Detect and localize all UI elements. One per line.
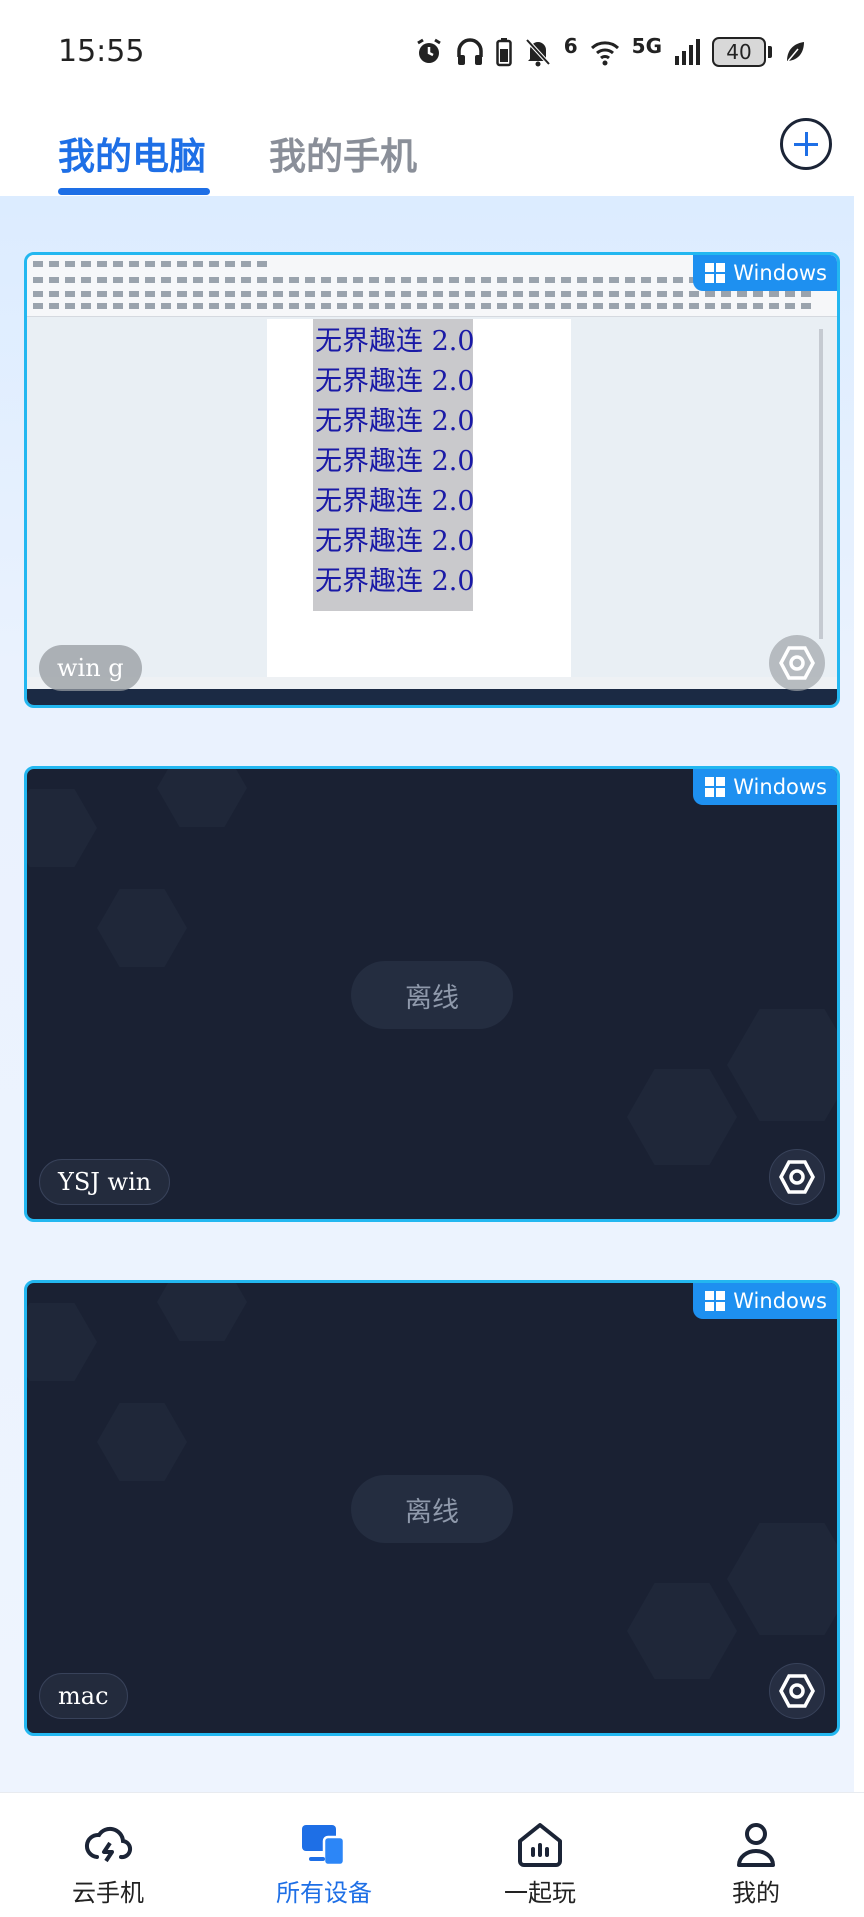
preview-line: 无界趣连 2.0	[315, 366, 475, 397]
device-name: mac	[39, 1673, 128, 1719]
cell-type-label: 5G	[631, 34, 662, 58]
os-badge: Windows	[693, 255, 837, 291]
preview-statusbar	[27, 677, 837, 689]
preview-taskbar	[27, 689, 837, 705]
cell-signal-icon	[675, 39, 700, 65]
os-label: Windows	[733, 775, 827, 799]
tab-my-phone[interactable]: 我的手机	[269, 126, 417, 180]
nav-label: 云手机	[72, 1879, 144, 1907]
device-settings-button[interactable]	[769, 1663, 825, 1719]
preview-line: 无界趣连 2.0	[315, 406, 475, 437]
bg-hex	[97, 889, 187, 967]
bg-hex	[27, 789, 97, 867]
battery-indicator: 40	[712, 37, 772, 67]
device-settings-button[interactable]	[769, 635, 825, 691]
active-tab-indicator	[58, 188, 210, 195]
preview-line: 无界趣连 2.0	[315, 486, 475, 517]
cloud-lightning-icon	[84, 1826, 133, 1863]
status-bar: 15:55 6 5G 40	[0, 0, 864, 100]
hex-settings-icon	[779, 1160, 815, 1194]
offline-badge: 离线	[351, 961, 513, 1029]
bg-hex	[27, 1303, 97, 1381]
os-badge: Windows	[693, 769, 837, 805]
user-icon	[737, 1823, 775, 1867]
device-card-win-g[interactable]: 无界趣连 2.0 无界趣连 2.0 无界趣连 2.0 无界趣连 2.0 无界趣连…	[24, 252, 840, 708]
windows-logo-icon	[705, 263, 726, 283]
devices-icon	[302, 1825, 346, 1867]
tab-my-computer[interactable]: 我的电脑	[58, 126, 206, 180]
os-badge: Windows	[693, 1283, 837, 1319]
bg-hex	[157, 1283, 247, 1341]
device-card-mac[interactable]: Windows 离线 mac	[24, 1280, 840, 1736]
bg-hex	[157, 769, 247, 827]
leaf-icon	[787, 42, 804, 62]
device-tabs: 我的电脑 我的手机	[0, 100, 864, 196]
preview-document: 无界趣连 2.0 无界趣连 2.0 无界趣连 2.0 无界趣连 2.0 无界趣连…	[267, 319, 571, 679]
scrollbar-track	[854, 196, 864, 1792]
preview-scrollbar	[819, 329, 823, 639]
status-time: 15:55	[58, 34, 145, 69]
device-settings-button[interactable]	[769, 1149, 825, 1205]
nav-cloud-phone[interactable]: 云手机	[0, 1793, 216, 1917]
status-icons: 6 5G 40	[414, 32, 806, 72]
bg-hex	[627, 1069, 737, 1165]
mute-bell-icon	[525, 38, 551, 67]
battery-level: 40	[726, 40, 752, 64]
headphones-icon	[456, 38, 483, 65]
home-chart-icon	[518, 1823, 562, 1867]
nav-mine[interactable]: 我的	[648, 1793, 864, 1917]
os-label: Windows	[733, 261, 827, 285]
preview-line: 无界趣连 2.0	[315, 526, 475, 557]
hex-settings-icon	[779, 646, 815, 680]
device-card-ysj-win[interactable]: Windows 离线 YSJ win	[24, 766, 840, 1222]
windows-logo-icon	[705, 1291, 726, 1311]
nav-all-devices[interactable]: 所有设备	[216, 1793, 432, 1917]
alarm-icon	[416, 38, 441, 63]
bg-hex	[627, 1583, 737, 1679]
device-name: YSJ win	[39, 1159, 171, 1205]
wifi-icon	[590, 41, 619, 66]
wifi-sup-label: 6	[563, 34, 578, 58]
preview-line: 无界趣连 2.0	[315, 566, 475, 597]
hex-settings-icon	[779, 1674, 815, 1708]
add-device-button[interactable]	[780, 118, 832, 170]
bottom-nav: 云手机 所有设备 一起玩 我的	[0, 1792, 864, 1917]
preview-line: 无界趣连 2.0	[315, 326, 475, 357]
bg-hex	[727, 1523, 837, 1635]
nav-label: 所有设备	[276, 1879, 372, 1907]
nav-label: 我的	[732, 1879, 780, 1907]
device-battery-icon	[495, 38, 512, 67]
bg-hex	[727, 1009, 837, 1121]
preview-line: 无界趣连 2.0	[315, 446, 475, 477]
windows-logo-icon	[705, 777, 726, 797]
offline-badge: 离线	[351, 1475, 513, 1543]
nav-label: 一起玩	[504, 1879, 576, 1907]
bg-hex	[97, 1403, 187, 1481]
device-name: win g	[39, 645, 142, 691]
nav-play-together[interactable]: 一起玩	[432, 1793, 648, 1917]
os-label: Windows	[733, 1289, 827, 1313]
